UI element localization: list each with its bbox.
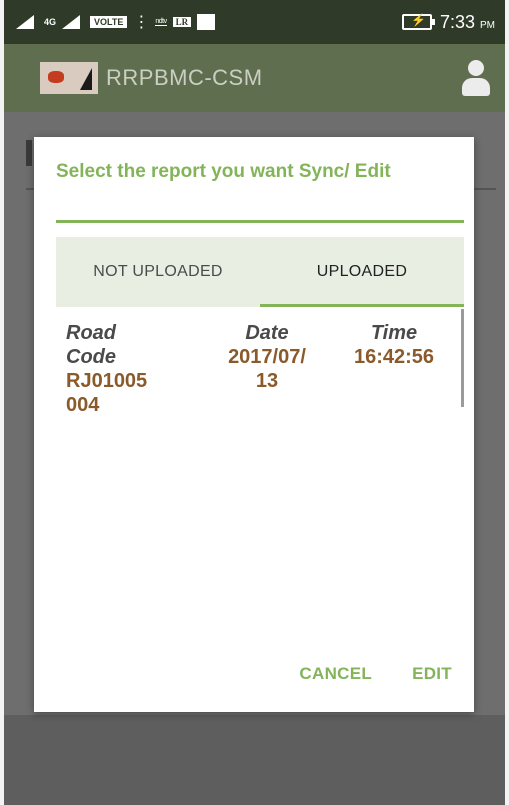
report-list[interactable]: Road Code RJ01005 004 Date 2017/07/ 13 T… <box>56 309 464 429</box>
signal-icon <box>16 15 38 29</box>
title-divider <box>56 220 464 223</box>
phone-screen: 4G VOLTE ⋮ ndtv LR ⚡ 7:33 PM RRPBMC-CSM <box>4 0 505 805</box>
date-value-line2: 13 <box>255 370 279 392</box>
tab-bar: NOT UPLOADED UPLOADED <box>56 237 464 307</box>
time-value: 16:42:56 <box>353 346 435 368</box>
time-column: Time 16:42:56 <box>334 321 454 369</box>
notification-icon <box>197 14 216 30</box>
clock-ampm: PM <box>480 19 495 31</box>
signal-icon-2 <box>62 15 84 29</box>
clock-time: 7:33 <box>439 11 475 32</box>
app-logo <box>40 62 98 94</box>
lr-notification-icon: LR <box>172 17 192 27</box>
tab-not-uploaded[interactable]: NOT UPLOADED <box>56 237 260 307</box>
background-element <box>26 140 32 166</box>
edit-button[interactable]: EDIT <box>412 664 452 684</box>
time-header: Time <box>370 322 418 344</box>
status-bar: 4G VOLTE ⋮ ndtv LR ⚡ 7:33 PM <box>4 0 505 44</box>
date-column: Date 2017/07/ 13 <box>202 321 332 393</box>
list-scrollbar[interactable] <box>461 309 464 407</box>
more-icon: ⋮ <box>133 14 150 31</box>
road-header-line2: Code <box>66 346 116 368</box>
dialog-actions: CANCEL EDIT <box>299 664 452 684</box>
battery-icon: ⚡ <box>401 13 435 30</box>
status-icons-left: 4G VOLTE ⋮ ndtv LR <box>16 12 216 32</box>
road-code-value-line2: 004 <box>66 394 100 416</box>
status-clock: 7:33 PM <box>440 12 495 33</box>
app-bar: RRPBMC-CSM <box>4 44 505 112</box>
road-code-column: Road Code RJ01005 004 <box>66 321 206 417</box>
road-header-line1: Road <box>66 322 116 344</box>
profile-icon[interactable] <box>461 58 491 98</box>
cancel-button[interactable]: CANCEL <box>299 664 372 684</box>
date-header: Date <box>245 322 289 344</box>
background-footer <box>4 715 505 805</box>
report-select-dialog: Select the report you want Sync/ Edit NO… <box>34 137 474 712</box>
dialog-title: Select the report you want Sync/ Edit <box>56 161 391 182</box>
network-type-label: 4G <box>44 17 57 27</box>
road-code-value-line1: RJ01005 <box>66 370 148 392</box>
volte-badge: VOLTE <box>90 16 128 28</box>
tab-uploaded[interactable]: UPLOADED <box>260 237 464 307</box>
date-value-line1: 2017/07/ <box>228 346 306 368</box>
status-icons-right: ⚡ 7:33 PM <box>401 12 495 33</box>
ndtv-notification-icon: ndtv <box>155 18 167 26</box>
app-title: RRPBMC-CSM <box>106 65 263 90</box>
